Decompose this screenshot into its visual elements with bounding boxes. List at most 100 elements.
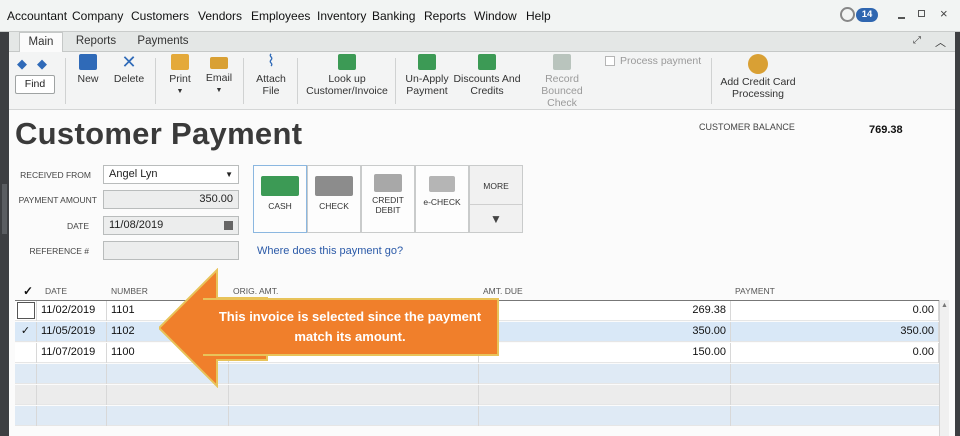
callout-line-2: match its amount. — [294, 329, 406, 344]
table-scrollbar[interactable]: ▲ — [939, 300, 949, 436]
attach-file-button[interactable]: ⌇ Attach File — [253, 53, 289, 98]
menu-vendors[interactable]: Vendors — [198, 9, 242, 23]
date-field[interactable]: 11/08/2019 — [103, 216, 239, 235]
tab-main[interactable]: Main — [19, 32, 63, 53]
payment-amount-field[interactable]: 350.00 — [103, 190, 239, 209]
delete-button[interactable]: ✕ Delete — [111, 53, 147, 85]
record-label-2: Bounced Check — [541, 85, 583, 109]
row-checkbox[interactable] — [15, 343, 37, 363]
paperclip-icon: ⌇ — [267, 53, 275, 70]
alarm-clock-icon[interactable] — [840, 7, 855, 22]
payment-amount-label: PAYMENT AMOUNT — [18, 195, 97, 205]
email-dropdown-icon[interactable]: ▼ — [205, 85, 233, 97]
panel-handle[interactable] — [2, 184, 7, 234]
credit-debit-button[interactable]: CREDIT DEBIT — [361, 165, 415, 233]
unapply-label-1: Un-Apply — [405, 73, 449, 85]
credit-card-icon — [374, 174, 402, 192]
date-value: 11/08/2019 — [109, 219, 164, 231]
collapse-ribbon-icon[interactable]: ︿ — [935, 34, 946, 50]
cash-button[interactable]: CASH — [253, 165, 307, 233]
received-from-value: Angel Lyn — [109, 168, 158, 180]
new-button[interactable]: New — [75, 54, 101, 85]
check-icon — [315, 176, 353, 196]
menu-accountant[interactable]: Accountant — [7, 9, 67, 23]
print-label: Print — [169, 73, 191, 85]
table-row-empty[interactable] — [15, 385, 939, 405]
previous-arrow-icon[interactable]: ◆ — [17, 56, 27, 72]
left-panel-strip — [0, 32, 9, 436]
notification-badge[interactable]: 14 — [856, 8, 878, 22]
print-button[interactable]: Print ▼ — [167, 54, 193, 98]
restore-icon[interactable] — [918, 10, 925, 17]
separator — [243, 58, 244, 104]
chevron-down-icon[interactable]: ▼ — [225, 166, 233, 183]
row-check-box — [17, 302, 35, 319]
table-row-empty[interactable] — [15, 364, 939, 384]
where-payment-go-link[interactable]: Where does this payment go? — [257, 245, 403, 257]
customer-balance-label: CUSTOMER BALANCE — [699, 122, 795, 132]
row-payment[interactable]: 0.00 — [731, 343, 939, 363]
table-row-empty[interactable] — [15, 406, 939, 426]
header-date[interactable]: DATE — [41, 282, 67, 300]
more-dropdown-icon[interactable]: ▼ — [470, 204, 522, 232]
tab-reports[interactable]: Reports — [71, 32, 121, 52]
close-icon[interactable]: × — [940, 6, 948, 21]
echeck-label: e-CHECK — [423, 197, 461, 207]
email-button[interactable]: Email ▼ — [205, 54, 233, 97]
callout-line-1: This invoice is selected since the payme… — [218, 309, 482, 324]
new-label: New — [77, 73, 99, 85]
menu-reports[interactable]: Reports — [424, 9, 466, 23]
new-document-icon — [79, 54, 97, 70]
reference-field[interactable] — [103, 241, 239, 260]
unapply-label-2: Payment — [406, 85, 448, 97]
row-payment[interactable]: 350.00 — [731, 322, 939, 342]
separator — [395, 58, 396, 104]
received-from-field[interactable]: Angel Lyn ▼ — [103, 165, 239, 184]
header-number[interactable]: NUMBER — [107, 282, 148, 300]
separator — [297, 58, 298, 104]
menu-help[interactable]: Help — [526, 9, 551, 23]
menu-company[interactable]: Company — [72, 9, 123, 23]
row-amt-due: 150.00 — [479, 343, 731, 363]
row-date: 11/07/2019 — [37, 343, 107, 363]
menu-inventory[interactable]: Inventory — [317, 9, 366, 23]
check-label: CHECK — [319, 201, 349, 211]
record-bounced-check-button[interactable]: Record Bounced Check — [525, 54, 599, 109]
credit-card-icon — [748, 54, 768, 74]
minimize-icon[interactable] — [898, 17, 905, 19]
menu-banking[interactable]: Banking — [372, 9, 415, 23]
delete-label: Delete — [113, 73, 145, 85]
header-payment[interactable]: PAYMENT — [731, 282, 775, 300]
row-checkbox[interactable] — [15, 301, 37, 321]
check-button[interactable]: CHECK — [307, 165, 361, 233]
row-amt-due: 269.38 — [479, 301, 731, 321]
expand-icon[interactable]: ⤢ — [913, 35, 921, 46]
attach-label-2: File — [262, 85, 280, 97]
attach-label-1: Attach — [256, 73, 286, 85]
tab-payments[interactable]: Payments — [131, 32, 195, 52]
more-button[interactable]: MORE ▼ — [469, 165, 523, 233]
reference-label: REFERENCE # — [29, 246, 89, 256]
ribbon-tabs: Main Reports Payments ⤢ ︿ — [9, 32, 955, 53]
row-checkbox[interactable]: ✓ — [15, 322, 37, 342]
more-label: MORE — [483, 181, 509, 191]
process-payment-checkbox[interactable] — [605, 56, 615, 66]
find-button[interactable]: Find — [15, 75, 55, 94]
ribbon-toolbar: ◆ ◆ Find New ✕ Delete Print ▼ Email ▼ ⌇ … — [9, 52, 955, 110]
row-payment[interactable]: 0.00 — [731, 301, 939, 321]
calendar-icon[interactable] — [224, 221, 233, 230]
header-check[interactable]: ✓ — [19, 282, 33, 300]
menu-customers[interactable]: Customers — [131, 9, 189, 23]
scroll-up-icon[interactable]: ▲ — [941, 302, 948, 309]
lookup-customer-invoice-button[interactable]: Look up Customer/Invoice — [305, 54, 389, 97]
row-date: 11/02/2019 — [37, 301, 107, 321]
unapply-payment-button[interactable]: Un-Apply Payment — [403, 54, 451, 97]
menu-employees[interactable]: Employees — [251, 9, 310, 23]
next-arrow-icon[interactable]: ◆ — [37, 56, 47, 72]
right-panel-strip — [955, 32, 960, 436]
add-credit-card-processing-button[interactable]: Add Credit Card Processing — [719, 54, 797, 100]
discounts-credits-button[interactable]: Discounts And Credits — [453, 54, 521, 97]
echeck-button[interactable]: e-CHECK — [415, 165, 469, 233]
print-dropdown-icon[interactable]: ▼ — [167, 86, 193, 98]
menu-window[interactable]: Window — [474, 9, 517, 23]
